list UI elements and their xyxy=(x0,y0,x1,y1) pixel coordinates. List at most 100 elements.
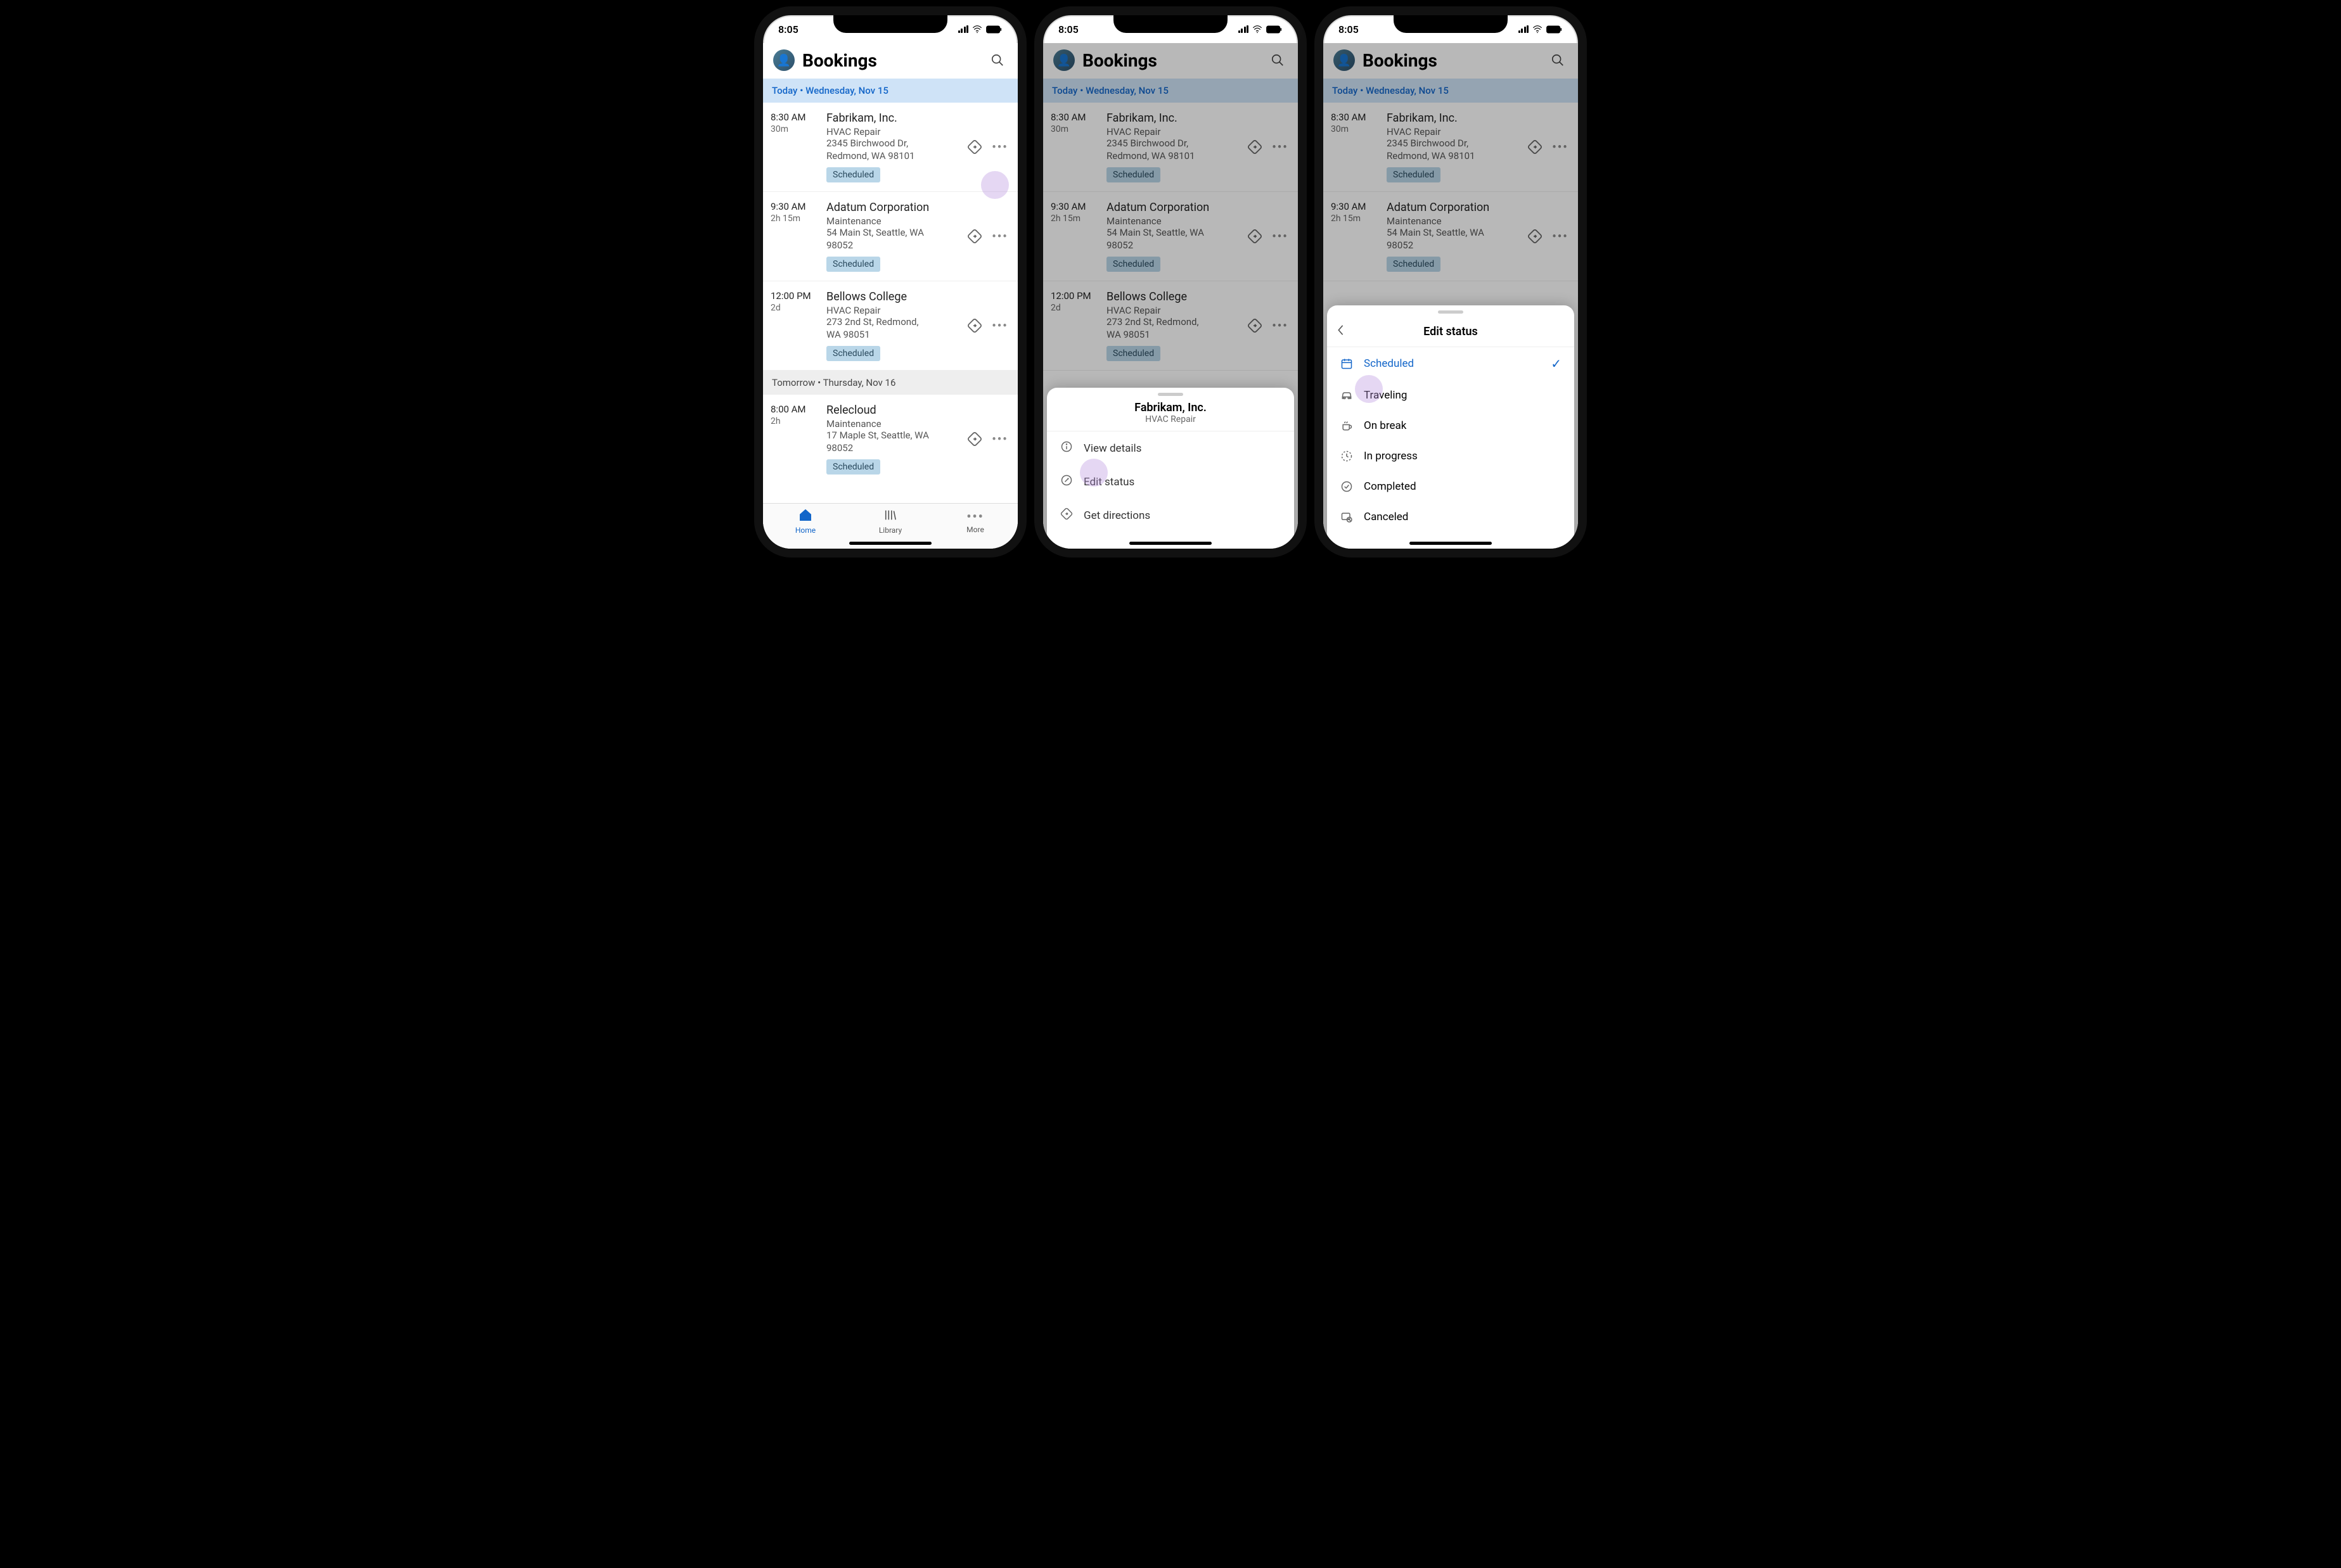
sheet-subtitle: HVAC Repair xyxy=(1047,414,1294,431)
home-indicator[interactable] xyxy=(1129,542,1212,545)
tab-library[interactable]: Library xyxy=(849,509,933,535)
booking-time: 9:30 AM xyxy=(771,201,820,212)
more-button[interactable]: ••• xyxy=(990,429,1010,449)
menu-get-directions[interactable]: Get directions xyxy=(1047,499,1294,532)
phone-frame-2: 8:05 👤 Bookings Today • Wednesday, Nov 1… xyxy=(1034,6,1307,558)
service-name: HVAC Repair xyxy=(826,126,958,137)
booking-row[interactable]: 9:30 AM 2h 15m Adatum Corporation Mainte… xyxy=(763,192,1018,281)
directions-icon xyxy=(967,229,982,244)
tab-home[interactable]: Home xyxy=(764,509,848,535)
sheet-grabber[interactable] xyxy=(1158,393,1183,396)
address-line2: WA 98051 xyxy=(826,329,958,341)
check-circle-icon xyxy=(1340,480,1354,493)
address-line2: 98052 xyxy=(826,239,958,252)
status-label: Traveling xyxy=(1364,389,1407,402)
status-option-inprogress[interactable]: In progress xyxy=(1327,441,1574,471)
address-line1: 2345 Birchwood Dr, xyxy=(826,137,958,150)
avatar[interactable]: 👤 xyxy=(773,49,795,71)
cellular-icon xyxy=(958,25,969,33)
booking-row[interactable]: 8:00 AM 2h Relecloud Maintenance 17 Mapl… xyxy=(763,395,1018,483)
search-button[interactable] xyxy=(987,50,1008,70)
status-option-completed[interactable]: Completed xyxy=(1327,471,1574,502)
tab-label: Library xyxy=(879,526,902,535)
menu-edit-status[interactable]: Edit status xyxy=(1047,465,1294,499)
directions-button[interactable] xyxy=(965,316,985,336)
status-badge: Scheduled xyxy=(826,167,880,182)
date-sep: • xyxy=(800,85,803,96)
battery-icon xyxy=(1266,25,1283,34)
device-notch xyxy=(1394,15,1508,33)
phone-frame-1: 8:05 👤 Bookings Today • Wednesday, Nov 1… xyxy=(754,6,1027,558)
customer-name: Relecloud xyxy=(826,404,958,417)
device-notch xyxy=(833,15,947,33)
battery-icon xyxy=(1546,25,1563,34)
time-column: 12:00 PM 2d xyxy=(771,290,820,361)
time-column: 8:00 AM 2h xyxy=(771,404,820,475)
tab-more[interactable]: ••• More xyxy=(933,509,1018,534)
directions-icon xyxy=(967,139,982,155)
status-time: 8:05 xyxy=(778,23,799,35)
date-sep: • xyxy=(818,377,821,388)
date-text: Wednesday, Nov 15 xyxy=(805,85,888,96)
service-name: Maintenance xyxy=(826,215,958,227)
menu-label: Edit status xyxy=(1084,476,1134,488)
home-indicator[interactable] xyxy=(1409,542,1492,545)
status-option-onbreak[interactable]: On break xyxy=(1327,411,1574,441)
time-column: 9:30 AM 2h 15m xyxy=(771,201,820,272)
more-button[interactable]: ••• xyxy=(990,137,1010,157)
status-option-canceled[interactable]: Canceled xyxy=(1327,502,1574,532)
more-icon: ••• xyxy=(992,230,1008,243)
status-badge: Scheduled xyxy=(826,459,880,475)
device-notch xyxy=(1113,15,1228,33)
directions-button[interactable] xyxy=(965,429,985,449)
status-label: Canceled xyxy=(1364,511,1408,523)
address-line2: Redmond, WA 98101 xyxy=(826,150,958,163)
detail-column: Adatum Corporation Maintenance 54 Main S… xyxy=(826,201,958,272)
screen: 👤 Bookings Today • Wednesday, Nov 15 8:3… xyxy=(1323,43,1578,549)
time-column: 8:30 AM 30m xyxy=(771,112,820,182)
status-option-traveling[interactable]: Traveling xyxy=(1327,380,1574,411)
car-icon xyxy=(1340,389,1354,402)
cellular-icon xyxy=(1518,25,1529,33)
wifi-icon xyxy=(972,25,982,34)
service-name: Maintenance xyxy=(826,418,958,430)
address-line1: 54 Main St, Seattle, WA xyxy=(826,227,958,239)
date-text: Thursday, Nov 16 xyxy=(823,377,896,388)
detail-column: Relecloud Maintenance 17 Maple St, Seatt… xyxy=(826,404,958,475)
menu-view-details[interactable]: View details xyxy=(1047,431,1294,465)
screen: 👤 Bookings Today • Wednesday, Nov 15 8:3… xyxy=(1043,43,1298,549)
address-line1: 17 Maple St, Seattle, WA xyxy=(826,430,958,442)
info-icon xyxy=(1060,440,1074,456)
menu-label: View details xyxy=(1084,442,1141,455)
edit-icon xyxy=(1060,474,1074,490)
battery-icon xyxy=(986,25,1003,34)
date-prefix: Tomorrow xyxy=(772,377,815,388)
home-indicator[interactable] xyxy=(849,542,932,545)
status-option-scheduled[interactable]: Scheduled ✓ xyxy=(1327,347,1574,380)
coffee-icon xyxy=(1340,419,1354,432)
sheet-title: Fabrikam, Inc. xyxy=(1047,400,1294,414)
action-sheet: Fabrikam, Inc. HVAC Repair View details … xyxy=(1047,388,1294,549)
status-label: Completed xyxy=(1364,480,1416,493)
booking-time: 8:30 AM xyxy=(771,112,820,123)
more-button[interactable]: ••• xyxy=(990,226,1010,246)
sheet-grabber[interactable] xyxy=(1438,310,1463,314)
directions-button[interactable] xyxy=(965,137,985,157)
booking-row[interactable]: 8:30 AM 30m Fabrikam, Inc. HVAC Repair 2… xyxy=(763,103,1018,192)
directions-icon xyxy=(967,318,982,333)
booking-row[interactable]: 12:00 PM 2d Bellows College HVAC Repair … xyxy=(763,281,1018,371)
edit-status-sheet: Edit status Scheduled ✓ Traveling On bre… xyxy=(1327,305,1574,549)
screen: 👤 Bookings Today • Wednesday, Nov 15 8:3… xyxy=(763,43,1018,549)
date-header-tomorrow: Tomorrow • Thursday, Nov 16 xyxy=(763,371,1018,395)
more-icon: ••• xyxy=(992,319,1008,333)
status-icons xyxy=(958,25,1003,34)
booking-time: 8:00 AM xyxy=(771,404,820,415)
action-column: ••• xyxy=(965,290,1010,361)
more-button[interactable]: ••• xyxy=(990,316,1010,336)
address-line2: 98052 xyxy=(826,442,958,455)
address-line1: 273 2nd St, Redmond, xyxy=(826,316,958,329)
status-badge: Scheduled xyxy=(826,257,880,272)
directions-button[interactable] xyxy=(965,226,985,246)
status-label: On break xyxy=(1364,419,1406,432)
tab-label: Home xyxy=(795,526,816,535)
